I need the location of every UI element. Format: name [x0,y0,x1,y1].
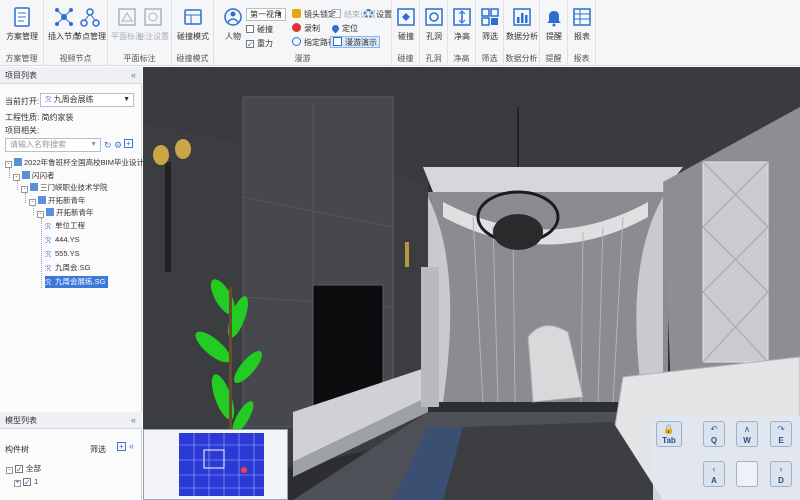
collide-checkbox[interactable]: 碰撞 [246,24,273,36]
group-roam: 人物 第一视角▼ 碰撞 重力 镜头锁定 录制 指定路径 结束设置 定位 漫游演示… [214,0,392,66]
project-type-row: 工程性质: 简约家装 [5,113,74,122]
gear-icon [364,9,373,18]
table-icon [573,8,591,26]
a-key-button[interactable]: ‹ A [703,461,725,487]
project-icon: ℛ [45,264,52,273]
collision-mode-icon [184,9,202,25]
project-icon: ℛ [45,222,52,231]
model-list-header: 模型列表 « [0,412,142,429]
hole-icon [425,8,443,26]
arrow-up-icon: ∧ [743,424,751,434]
record-icon [292,23,301,32]
add-icon[interactable]: + [124,139,133,148]
project-icon: ℛ [45,278,52,287]
gear-icon[interactable]: ⚙ [114,140,122,151]
tree-node-competition[interactable]: -2022年鲁班杯全国高校BIM毕业设计作 [5,157,152,169]
tree-node-team[interactable]: - 开拓新青年 [29,195,86,207]
tree-node-unit[interactable]: ℛ 单位工程 [45,220,85,232]
left-panel: 项目列表 « 当前打开: ℛ 九周会展练 ▼ 工程性质: 简约家装 项目相关: … [0,67,152,500]
gravity-checkbox[interactable]: 重力 [246,38,273,50]
folder-icon [30,183,38,191]
tab-key-button[interactable]: 🔒 Tab [656,421,682,447]
folder-icon [46,208,54,216]
chevron-down-icon: ▼ [123,96,130,103]
filter-icon [481,8,499,26]
tree-node-group[interactable]: - 闪闪者 [13,170,55,182]
collapse-icon[interactable]: « [131,412,136,429]
mark-settings-button[interactable]: 标注设置 [134,6,172,42]
filter-link[interactable]: 筛选 [90,444,106,455]
collapse-icon[interactable]: « [129,441,134,451]
group-nodes: 插入节点 节点管理 视频节点 [44,0,108,66]
report-button[interactable]: 报表 [563,6,601,42]
model-tree-1[interactable]: +1 [14,476,38,488]
locate-button[interactable]: 定位 [330,23,358,35]
arrow-right-icon: › [779,464,783,474]
folder-icon [22,171,30,179]
folder-icon [14,158,22,166]
tree-node-555[interactable]: ℛ 555.YS [45,248,80,260]
scheme-mgmt-button[interactable]: 方案管理 [3,6,41,42]
chevron-down-icon: ▼ [90,141,97,148]
collision-icon [397,8,415,26]
collapse-icon[interactable]: « [131,67,136,84]
rotate-left-icon: ↶ [710,424,718,434]
locate-pin-icon [330,23,341,34]
node-mgmt-icon [80,8,100,27]
demo-icon [333,37,342,46]
mark-settings-icon [144,8,162,26]
node-mgmt-button[interactable]: 节点管理 [71,6,109,42]
roam-demo-button[interactable]: 漫游演示 [330,36,380,48]
lock-icon [292,9,301,18]
project-icon: ℛ [45,95,52,104]
lock-icon: 🔒 [663,424,675,434]
record-button[interactable]: 录制 [292,23,320,35]
refresh-icon[interactable]: ↻ [104,140,112,151]
group-plane: 平面标注 标注设置 平面标注 [108,0,172,66]
3d-viewport[interactable]: 🔒 Tab ↶ Q ∧ W ↷ E ‹ A › D [143,67,800,500]
group-filter: 筛选 筛选 [476,0,504,66]
w-key-button[interactable]: ∧ W [736,421,758,447]
rotate-right-icon: ↷ [777,424,785,434]
chart-icon [513,8,531,26]
folder-icon [38,196,46,204]
floor-plan-icon [179,433,264,496]
tree-node-444[interactable]: ℛ 444.YS [45,234,80,246]
group-report: 报表 报表 [568,0,596,66]
scheme-icon [14,7,30,27]
group-roaming-mode: 碰撞模式 碰撞模式 [172,0,214,66]
tree-node-college[interactable]: - 三门峡职业技术学院 [21,182,108,194]
tree-node-team-sub[interactable]: - 开拓新青年 [37,207,94,219]
bell-icon [547,11,561,27]
q-key-button[interactable]: ↶ Q [703,421,725,447]
current-project-select[interactable]: ℛ 九周会展练 ▼ [40,93,134,107]
project-list-header: 项目列表 « [0,67,142,84]
project-icon: ℛ [45,250,52,259]
s-key-placeholder[interactable] [736,461,758,487]
search-input[interactable]: 请输入名称搜索 ▼ [5,138,101,152]
path-icon [292,37,301,46]
add-icon[interactable]: + [117,442,126,451]
arrow-left-icon: ‹ [712,464,716,474]
clearance-icon [453,8,471,26]
end-icon [332,9,341,18]
floor-plan-minimap[interactable] [143,429,288,500]
tree-node-jiuzhou[interactable]: ℛ 九周会.SG [45,262,90,274]
collision-mode-button[interactable]: 碰撞模式 [174,6,212,42]
tree-node-selected[interactable]: ℛ 九周会展练.SG [45,276,109,288]
chevron-down-icon: ▼ [276,11,283,18]
person-icon [224,8,242,26]
project-icon: ℛ [45,236,52,245]
keyboard-navigation-pad: 🔒 Tab ↶ Q ∧ W ↷ E ‹ A › D [653,416,800,500]
group-scheme: 方案管理 方案管理 [0,0,44,66]
model-tree-all[interactable]: -全部 [6,463,41,475]
e-key-button[interactable]: ↷ E [770,421,792,447]
ribbon-toolbar: 方案管理 方案管理 插入节点 节点管理 视频节点 平面标注 标注设置 平面标注 … [0,0,800,66]
lens-lock-button[interactable]: 镜头锁定 [292,9,336,21]
view-mode-dropdown[interactable]: 第一视角 ▼ [246,8,286,21]
d-key-button[interactable]: › D [770,461,792,487]
